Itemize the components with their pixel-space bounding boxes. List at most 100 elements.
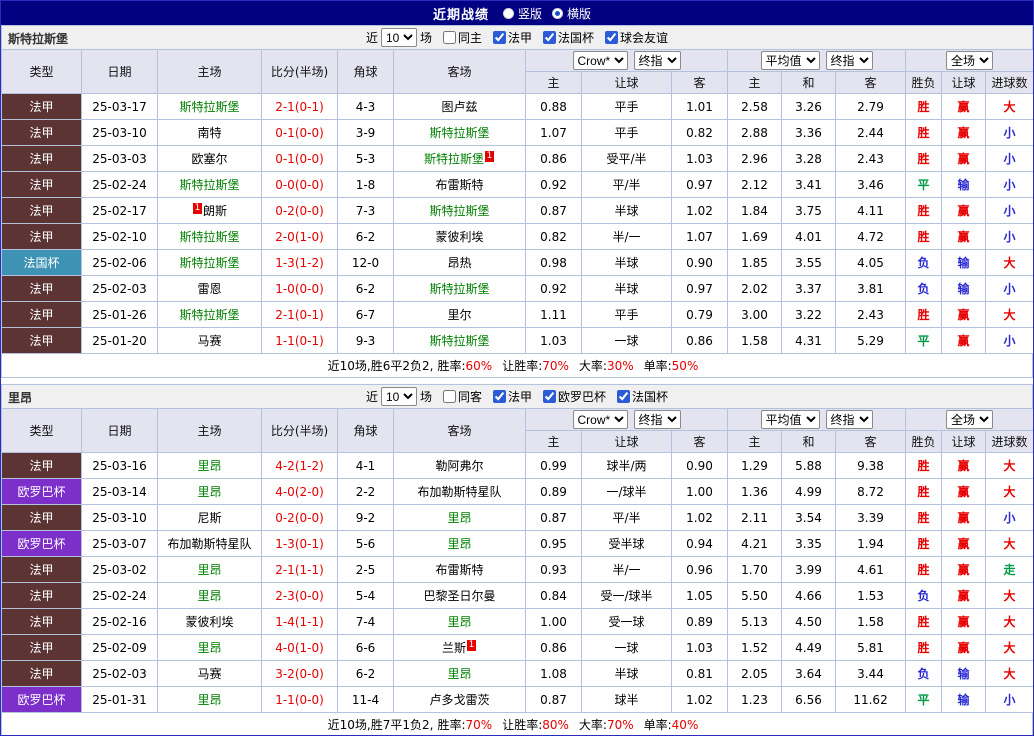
score[interactable]: 2-1(1-1) <box>261 556 338 583</box>
filter-checkbox-item[interactable]: 同客 <box>435 388 482 405</box>
eu-draw-odds: 6.56 <box>781 686 837 713</box>
filter-checkbox-item[interactable]: 同主 <box>435 29 482 46</box>
home-team[interactable]: 斯特拉斯堡 <box>157 171 262 198</box>
ah-home-odds: 0.82 <box>525 223 582 250</box>
score[interactable]: 1-1(0-1) <box>261 327 338 354</box>
home-team[interactable]: 里昂 <box>157 452 262 479</box>
home-team[interactable]: 欧塞尔 <box>157 145 262 172</box>
away-team[interactable]: 兰斯 1 <box>393 634 526 661</box>
score[interactable]: 2-1(0-1) <box>261 93 338 120</box>
away-team[interactable]: 斯特拉斯堡 <box>393 275 526 302</box>
score[interactable]: 0-1(0-0) <box>261 119 338 146</box>
home-team[interactable]: 里昂 <box>157 556 262 583</box>
score[interactable]: 2-1(0-1) <box>261 301 338 328</box>
layout-radio[interactable]: 竖版 <box>502 5 542 22</box>
scope-select[interactable]: 全场 <box>946 410 994 429</box>
filter-checkbox-item[interactable]: 法甲 <box>485 29 532 46</box>
score[interactable]: 2-3(0-0) <box>261 582 338 609</box>
away-team[interactable]: 斯特拉斯堡 <box>393 119 526 146</box>
euro-stage-select[interactable]: 终指 <box>825 410 873 429</box>
result-goals: 小 <box>985 504 1033 531</box>
away-team[interactable]: 斯特拉斯堡 1 <box>393 145 526 172</box>
filter-checkbox[interactable] <box>605 31 619 44</box>
filter-checkbox[interactable] <box>442 31 456 44</box>
away-team[interactable]: 里昂 <box>393 608 526 635</box>
asian-company-select[interactable]: Crow* <box>572 410 628 429</box>
away-team[interactable]: 图卢兹 <box>393 93 526 120</box>
scope-select[interactable]: 全场 <box>946 51 994 70</box>
home-team[interactable]: 斯特拉斯堡 <box>157 93 262 120</box>
home-team[interactable]: 蒙彼利埃 <box>157 608 262 635</box>
asian-company-select[interactable]: Crow* <box>572 51 628 70</box>
home-team[interactable]: 里昂 <box>157 582 262 609</box>
home-team[interactable]: 马赛 <box>157 660 262 687</box>
score[interactable]: 0-2(0-0) <box>261 197 338 224</box>
score[interactable]: 1-3(0-1) <box>261 530 338 557</box>
filter-checkbox[interactable] <box>543 390 557 403</box>
score[interactable]: 1-0(0-0) <box>261 275 338 302</box>
score[interactable]: 0-0(0-0) <box>261 171 338 198</box>
score[interactable]: 4-0(2-0) <box>261 478 338 505</box>
layout-radio[interactable]: 横版 <box>552 5 591 22</box>
away-team[interactable]: 卢多戈雷茨 <box>393 686 526 713</box>
match-count-select[interactable]: 10 <box>380 28 417 47</box>
filter-checkbox-item[interactable]: 法国杯 <box>609 388 668 405</box>
score[interactable]: 0-1(0-0) <box>261 145 338 172</box>
score[interactable]: 1-3(1-2) <box>261 249 338 276</box>
away-team[interactable]: 巴黎圣日尔曼 <box>393 582 526 609</box>
home-team[interactable]: 里昂 <box>157 478 262 505</box>
filter-checkbox-item[interactable]: 法国杯 <box>535 29 594 46</box>
away-team[interactable]: 斯特拉斯堡 <box>393 327 526 354</box>
home-team[interactable]: 斯特拉斯堡 <box>157 301 262 328</box>
home-team[interactable]: 斯特拉斯堡 <box>157 249 262 276</box>
home-team[interactable]: 南特 <box>157 119 262 146</box>
away-team[interactable]: 布加勒斯特星队 <box>393 478 526 505</box>
asian-stage-select[interactable]: 终指 <box>633 410 681 429</box>
euro-stage-select[interactable]: 终指 <box>825 51 873 70</box>
score[interactable]: 1-4(1-1) <box>261 608 338 635</box>
away-team[interactable]: 里昂 <box>393 530 526 557</box>
home-team[interactable]: 里昂 <box>157 686 262 713</box>
home-team[interactable]: 尼斯 <box>157 504 262 531</box>
filter-checkbox[interactable] <box>493 390 506 403</box>
eu-away-odds: 4.72 <box>835 223 907 250</box>
away-team[interactable]: 布雷斯特 <box>393 171 526 198</box>
asian-stage-select[interactable]: 终指 <box>633 51 681 70</box>
filter-checkbox[interactable] <box>493 31 506 44</box>
filter-checkbox[interactable] <box>617 390 631 403</box>
home-team[interactable]: 马赛 <box>157 327 262 354</box>
sub-col-header: 和 <box>781 430 837 453</box>
away-team[interactable]: 昂热 <box>393 249 526 276</box>
away-team[interactable]: 里尔 <box>393 301 526 328</box>
result-handicap: 赢 <box>941 634 987 661</box>
filter-checkbox-item[interactable]: 法甲 <box>485 388 532 405</box>
filter-checkbox-item[interactable]: 欧罗巴杯 <box>535 388 606 405</box>
away-team[interactable]: 斯特拉斯堡 <box>393 197 526 224</box>
home-team[interactable]: 雷恩 <box>157 275 262 302</box>
ah-away-odds: 0.89 <box>670 608 729 635</box>
score[interactable]: 0-2(0-0) <box>261 504 338 531</box>
score[interactable]: 1-1(0-0) <box>261 686 338 713</box>
home-team[interactable]: 里昂 <box>157 634 262 661</box>
score[interactable]: 3-2(0-0) <box>261 660 338 687</box>
home-team[interactable]: 布加勒斯特星队 <box>157 530 262 557</box>
away-team[interactable]: 布雷斯特 <box>393 556 526 583</box>
score[interactable]: 4-2(1-2) <box>261 452 338 479</box>
radio-dot-icon <box>552 7 563 19</box>
home-team[interactable]: 斯特拉斯堡 <box>157 223 262 250</box>
away-team[interactable]: 勒阿弗尔 <box>393 452 526 479</box>
away-team[interactable]: 里昂 <box>393 504 526 531</box>
away-team[interactable]: 蒙彼利埃 <box>393 223 526 250</box>
away-team[interactable]: 里昂 <box>393 660 526 687</box>
euro-company-select[interactable]: 平均值 <box>760 410 820 429</box>
score[interactable]: 2-0(1-0) <box>261 223 338 250</box>
match-count-select[interactable]: 10 <box>380 387 417 406</box>
filter-checkbox[interactable] <box>543 31 557 44</box>
corners: 5-6 <box>337 530 394 557</box>
score[interactable]: 4-0(1-0) <box>261 634 338 661</box>
eu-home-odds: 1.52 <box>727 634 783 661</box>
home-team[interactable]: 1 朗斯 <box>157 197 262 224</box>
euro-company-select[interactable]: 平均值 <box>760 51 820 70</box>
filter-checkbox[interactable] <box>442 390 456 403</box>
filter-checkbox-item[interactable]: 球会友谊 <box>597 29 668 46</box>
